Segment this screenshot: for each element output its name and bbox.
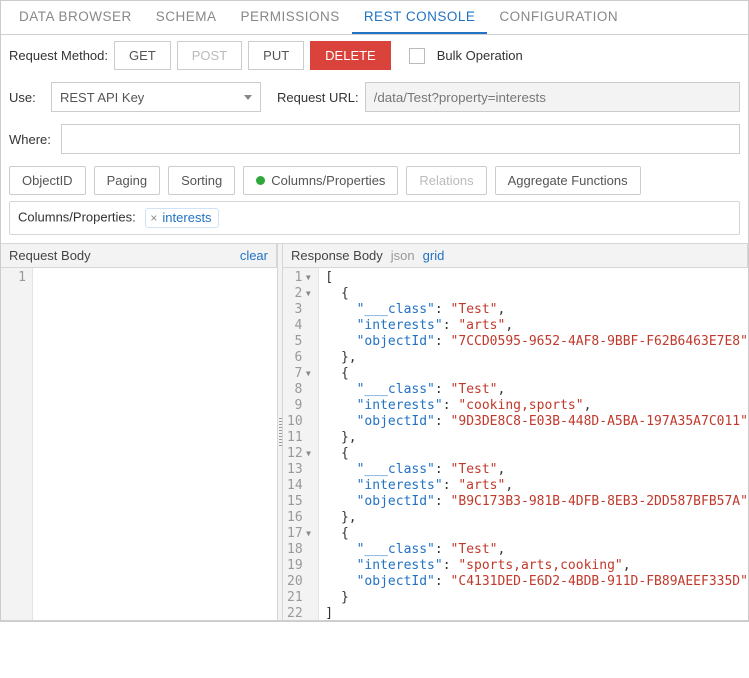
response-body-editor[interactable]: 1 ▼2 ▼3 4 5 6 7 ▼8 9 10 11 12 ▼13 14 15 … xyxy=(283,268,748,620)
request-method-row: Request Method: GET POST PUT DELETE Bulk… xyxy=(1,35,748,76)
bulk-operation-label: Bulk Operation xyxy=(437,48,523,63)
request-body-panel: Request Body clear 1 xyxy=(1,244,277,620)
tab-rest-console[interactable]: REST CONSOLE xyxy=(352,1,488,34)
relations-button[interactable]: Relations xyxy=(406,166,486,195)
grid-view-toggle[interactable]: grid xyxy=(423,248,445,263)
bulk-operation-checkbox[interactable] xyxy=(409,48,425,64)
method-post-button[interactable]: POST xyxy=(177,41,242,70)
columns-button-label: Columns/Properties xyxy=(271,173,385,188)
property-tag[interactable]: × interests xyxy=(145,208,218,228)
request-url-input[interactable] xyxy=(365,82,740,112)
options-row: ObjectID Paging Sorting Columns/Properti… xyxy=(1,160,748,201)
columns-properties-box: Columns/Properties: × interests xyxy=(9,201,740,235)
where-input[interactable] xyxy=(61,124,740,154)
close-icon[interactable]: × xyxy=(150,211,157,225)
where-row: Where: xyxy=(1,118,748,160)
columns-button[interactable]: Columns/Properties xyxy=(243,166,398,195)
method-get-button[interactable]: GET xyxy=(114,41,171,70)
main-tabs: DATA BROWSER SCHEMA PERMISSIONS REST CON… xyxy=(1,1,748,35)
request-body-title: Request Body xyxy=(9,248,91,263)
request-url-label: Request URL: xyxy=(277,90,359,105)
columns-properties-label: Columns/Properties: xyxy=(18,210,136,225)
response-body-title: Response Body xyxy=(291,248,383,263)
property-tag-label: interests xyxy=(162,210,211,225)
json-view-toggle[interactable]: json xyxy=(391,248,415,263)
method-put-button[interactable]: PUT xyxy=(248,41,304,70)
method-delete-button[interactable]: DELETE xyxy=(310,41,391,70)
tab-schema[interactable]: SCHEMA xyxy=(144,1,229,34)
request-body-editor[interactable]: 1 xyxy=(1,268,277,620)
clear-link[interactable]: clear xyxy=(240,248,268,263)
sorting-button[interactable]: Sorting xyxy=(168,166,235,195)
request-method-label: Request Method: xyxy=(9,48,108,63)
response-body-panel: Response Body json grid 1 ▼2 ▼3 4 5 6 7 … xyxy=(283,244,748,620)
active-dot-icon xyxy=(256,176,265,185)
use-select[interactable]: REST API Key xyxy=(51,82,261,112)
objectid-button[interactable]: ObjectID xyxy=(9,166,86,195)
tab-data-browser[interactable]: DATA BROWSER xyxy=(7,1,144,34)
use-label: Use: xyxy=(9,90,45,105)
use-select-value: REST API Key xyxy=(60,90,144,105)
chevron-down-icon xyxy=(244,95,252,100)
body-panels: Request Body clear 1 Response Body json … xyxy=(1,243,748,621)
use-url-row: Use: REST API Key Request URL: xyxy=(1,76,748,118)
aggregate-button[interactable]: Aggregate Functions xyxy=(495,166,641,195)
where-label: Where: xyxy=(9,132,55,147)
paging-button[interactable]: Paging xyxy=(94,166,160,195)
tab-permissions[interactable]: PERMISSIONS xyxy=(229,1,352,34)
tab-configuration[interactable]: CONFIGURATION xyxy=(487,1,630,34)
